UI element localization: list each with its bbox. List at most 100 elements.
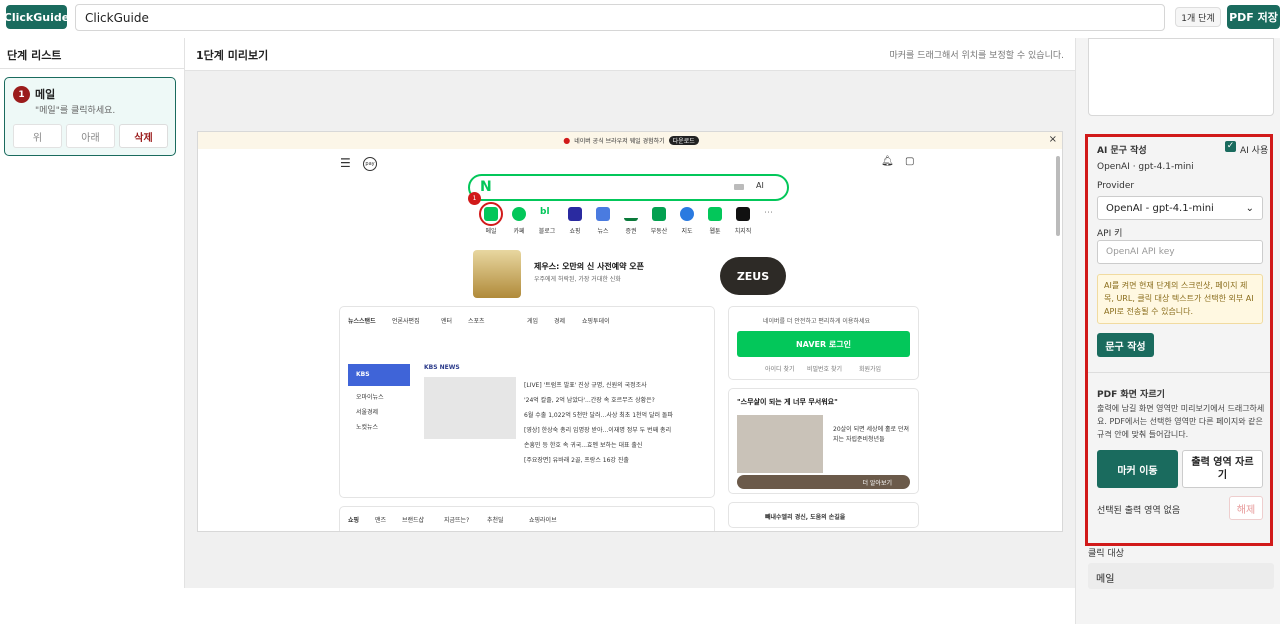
stock-icon	[624, 207, 638, 221]
preview-panel: 1단계 미리보기 마커를 드래그해서 위치를 보정할 수 있습니다. ● 네이버…	[185, 38, 1075, 588]
shop-tab-2: 브랜드샵	[402, 517, 425, 524]
preview-title: 1단계 미리보기	[196, 49, 269, 62]
news-tab-4: 게임	[527, 318, 539, 325]
news-thumbnail	[424, 377, 516, 439]
ad-more-bar: 더 알아보기	[737, 475, 910, 489]
screenshot-preview[interactable]: ● 네이버 공식 브라우저 웨일 경험하기 다운로드 × ☰ pay 🔔︎ ▢ …	[197, 131, 1063, 532]
pay-icon: pay	[363, 157, 377, 171]
news-tab-2: 엔터	[441, 318, 453, 325]
bottom-text: 빼내수엘리 경신, 도움의 손길을	[765, 514, 846, 521]
news-side-3: 노컷뉴스	[356, 424, 379, 431]
ai-privacy-note: AI를 켜면 현재 단계의 스크린샷, 페이지 제목, URL, 클릭 대상 텍…	[1097, 274, 1263, 324]
promo-sub: 우주에게 허락된, 가장 거대한 신화	[534, 276, 621, 283]
news-tab-1: 언론사편집	[392, 318, 420, 325]
ai-title: AI 문구 작성	[1097, 146, 1147, 156]
provider-select[interactable]: OpenAI - gpt-4.1-mini ⌄	[1097, 196, 1263, 220]
settings-panel: AI 문구 작성 ✓ AI 사용 OpenAI · gpt-4.1-mini P…	[1075, 38, 1280, 624]
step-count-badge: 1개 단계	[1175, 7, 1221, 27]
guide-title-input[interactable]: ClickGuide	[75, 4, 1165, 31]
login-box: 네이버를 더 안전하고 편리하게 이용하세요 NAVER 로그인 아이디 찾기 …	[728, 306, 919, 380]
step-list-panel: 단계 리스트 1 메일 "메일"를 클릭하세요. 위 아래 삭제	[0, 38, 185, 588]
svc-news: 뉴스	[597, 228, 609, 235]
more-icon: ⋯	[764, 208, 773, 218]
headline-3: [영상] 한상숙 총리 임명장 받아...이재명 정부 두 번째 총리	[524, 427, 672, 434]
news-icon	[596, 207, 610, 221]
ad-body: 20살이 되면 세상에 홀로 던져지는 자립준비청년들	[833, 426, 909, 443]
newsstand-box: 뉴스스탠드 언론사편집 엔터 스포츠 게임 경제 쇼핑투데이 KBS 오마이뉴스…	[339, 306, 715, 498]
ad-more: 더 알아보기	[862, 480, 892, 487]
chevron-down-icon: ⌄	[1245, 202, 1254, 214]
bottom-notice: 빼내수엘리 경신, 도움의 손길을	[728, 502, 919, 528]
step-card[interactable]: 1 메일 "메일"를 클릭하세요. 위 아래 삭제	[4, 77, 176, 156]
step-name: 메일	[35, 88, 56, 101]
headline-4: 손흥민 등 한호 속 귀국...효멘 보하는 대표 출신	[524, 442, 643, 449]
shop-tab-5: 쇼핑라이브	[529, 517, 557, 524]
naver-login-button: NAVER 로그인	[737, 331, 910, 357]
api-key-label: API 키	[1097, 229, 1123, 239]
no-area-label: 선택된 출력 영역 없음	[1097, 506, 1181, 516]
zeus-logo: ZEUS	[720, 257, 786, 295]
ai-use-checkbox[interactable]: ✓	[1225, 141, 1236, 152]
click-target-heading: 클릭 대상	[1088, 549, 1124, 559]
marker-move-button[interactable]: 마커 이동	[1097, 450, 1178, 488]
news-tab-0: 뉴스스탠드	[348, 318, 376, 325]
alert-icon: ●	[563, 136, 571, 145]
api-key-input[interactable]: OpenAI API key	[1097, 240, 1263, 264]
cart-icon: ▢	[905, 156, 915, 167]
kbs-news-name: KBS NEWS	[424, 364, 460, 371]
shop-tab-4: 추천딜	[487, 517, 504, 524]
news-tab-6: 쇼핑투데이	[582, 318, 610, 325]
ai-use-label: AI 사용	[1240, 146, 1269, 156]
svc-chzzk: 치지직	[734, 228, 752, 235]
login-text: 네이버를 더 안전하고 편리하게 이용하세요	[763, 318, 870, 325]
crop-area-button[interactable]: 출력 영역 자르기	[1182, 450, 1263, 488]
svc-blog: 블로그	[538, 228, 556, 235]
shop-tab-0: 쇼핑	[348, 517, 360, 524]
ad-title: "스무살이 되는 게 너무 무서워요"	[737, 398, 838, 406]
step-number-badge: 1	[13, 86, 30, 103]
map-icon	[680, 207, 694, 221]
news-tab-3: 스포츠	[468, 318, 485, 325]
ad-box: "스무살이 되는 게 너무 무서워요" 20살이 되면 세상에 홀로 던져지는 …	[728, 388, 919, 494]
preview-hint: 마커를 드래그해서 위치를 보정할 수 있습니다.	[889, 51, 1065, 61]
release-button[interactable]: 해제	[1229, 496, 1263, 520]
pdf-save-button[interactable]: PDF 저장	[1227, 5, 1280, 29]
bell-icon: 🔔︎	[881, 156, 894, 167]
move-up-button[interactable]: 위	[13, 124, 62, 148]
preview-scrollbar[interactable]	[1056, 156, 1060, 236]
cafe-icon	[512, 207, 526, 221]
naver-logo-icon: N	[480, 179, 492, 195]
crop-title: PDF 화면 자르기	[1097, 390, 1165, 400]
divider	[1088, 372, 1270, 373]
step-marker[interactable]: 1	[468, 192, 481, 205]
step-list-heading: 단계 리스트	[0, 38, 184, 69]
headline-5: [주요장면] 유바래 2골, 프랑스 16강 진출	[524, 457, 629, 464]
svc-shopping: 쇼핑	[569, 228, 581, 235]
news-tab-5: 경제	[554, 318, 566, 325]
shop-tab-1: 맨즈	[375, 517, 387, 524]
svc-map: 지도	[681, 228, 693, 235]
blog-icon: bl	[540, 207, 554, 221]
svc-webtoon: 웹툰	[709, 228, 721, 235]
shopping-icon	[568, 207, 582, 221]
ad-image	[737, 415, 823, 473]
brand-button[interactable]: ClickGuide	[4, 5, 69, 29]
generate-text-button[interactable]: 문구 작성	[1097, 333, 1154, 357]
close-icon: ×	[1048, 134, 1057, 145]
ai-writing-panel: AI 문구 작성 ✓ AI 사용 OpenAI · gpt-4.1-mini P…	[1085, 134, 1273, 546]
login-link-2: 회원가입	[859, 366, 882, 373]
headline-0: [LIVE] '트럼프 발표' 진상 규명, 신원의 국정조사	[524, 382, 647, 389]
click-target-value: 메일	[1088, 563, 1274, 589]
svc-stock: 증권	[625, 228, 637, 235]
provider-label: Provider	[1097, 181, 1135, 191]
headline-2: 6월 수출 1,022억 5천만 달러...사상 최초 1천억 달러 돌파	[524, 412, 673, 419]
preview-heading: 1단계 미리보기 마커를 드래그해서 위치를 보정할 수 있습니다.	[185, 38, 1075, 71]
move-down-button[interactable]: 아래	[66, 124, 115, 148]
keyboard-icon	[734, 184, 744, 190]
caption-textarea[interactable]	[1088, 38, 1274, 116]
chzzk-icon	[736, 207, 750, 221]
news-side-1: 오마이뉴스	[356, 394, 384, 401]
delete-step-button[interactable]: 삭제	[119, 124, 168, 148]
shop-tab-3: 지금뜨는?	[444, 517, 470, 524]
crop-description: 출력에 남길 화면 영역만 미리보기에서 드래그하세요. PDF에서는 선택한 …	[1097, 404, 1265, 439]
